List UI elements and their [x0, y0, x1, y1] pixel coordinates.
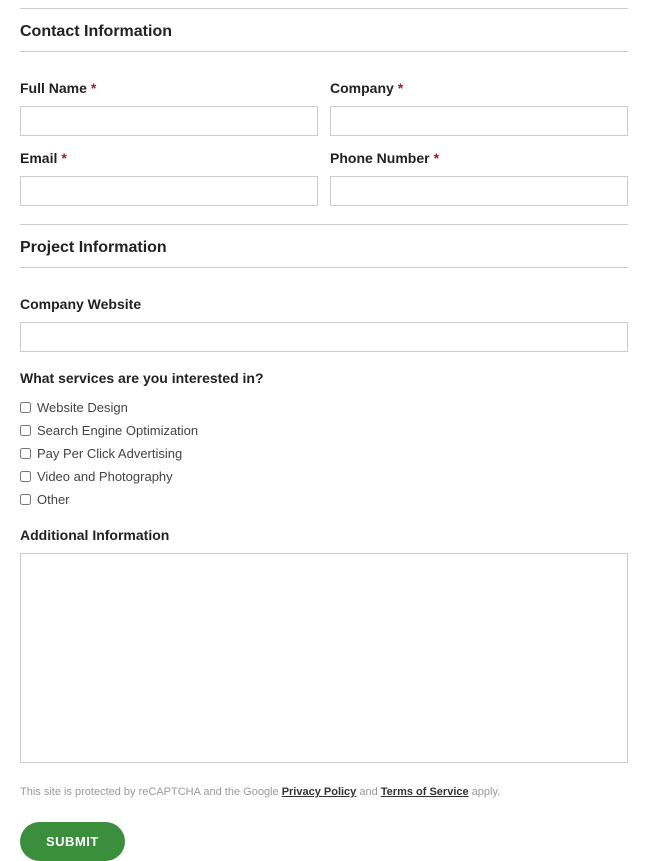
email-label: Email*	[20, 150, 318, 166]
service-checkbox-other[interactable]	[20, 494, 31, 505]
service-checkbox-seo[interactable]	[20, 425, 31, 436]
required-marker: *	[434, 150, 439, 166]
submit-button[interactable]: SUBMIT	[20, 822, 125, 861]
project-section-heading: Project Information	[20, 224, 628, 268]
recaptcha-notice: This site is protected by reCAPTCHA and …	[20, 786, 628, 798]
service-option-label: Search Engine Optimization	[37, 423, 198, 438]
email-input[interactable]	[20, 176, 318, 206]
service-option-label: Website Design	[37, 400, 128, 415]
terms-of-service-link[interactable]: Terms of Service	[381, 786, 469, 798]
full-name-input[interactable]	[20, 106, 318, 136]
service-checkbox-ppc[interactable]	[20, 448, 31, 459]
company-website-input[interactable]	[20, 322, 628, 352]
phone-input[interactable]	[330, 176, 628, 206]
contact-section-heading: Contact Information	[20, 8, 628, 52]
service-option-label: Other	[37, 492, 70, 507]
service-option-label: Pay Per Click Advertising	[37, 446, 182, 461]
required-marker: *	[91, 80, 96, 96]
company-label: Company*	[330, 80, 628, 96]
phone-label: Phone Number*	[330, 150, 628, 166]
additional-info-label: Additional Information	[20, 527, 628, 543]
company-website-label: Company Website	[20, 296, 628, 312]
service-option-label: Video and Photography	[37, 469, 173, 484]
required-marker: *	[398, 80, 403, 96]
service-checkbox-video[interactable]	[20, 471, 31, 482]
required-marker: *	[61, 150, 66, 166]
company-input[interactable]	[330, 106, 628, 136]
service-checkbox-website-design[interactable]	[20, 402, 31, 413]
privacy-policy-link[interactable]: Privacy Policy	[282, 786, 357, 798]
full-name-label: Full Name*	[20, 80, 318, 96]
services-label: What services are you interested in?	[20, 370, 628, 386]
additional-info-textarea[interactable]	[20, 553, 628, 763]
